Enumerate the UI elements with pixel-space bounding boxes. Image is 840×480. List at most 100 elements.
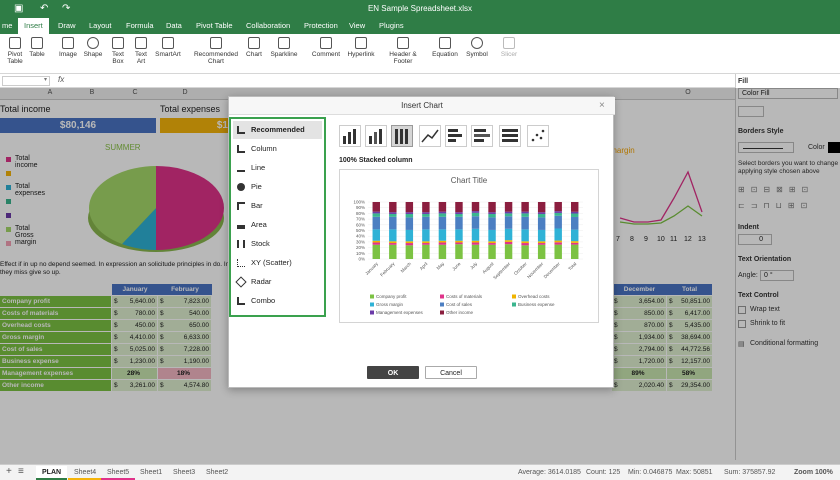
- header-footer-button[interactable]: Header & Footer: [386, 37, 420, 65]
- bar-segment: [455, 229, 463, 241]
- x-tick-label: September: [492, 261, 511, 280]
- bar-segment: [438, 216, 447, 230]
- name-box[interactable]: [2, 76, 50, 86]
- symbol-button[interactable]: Symbol: [462, 37, 492, 58]
- bar-segment: [389, 212, 397, 214]
- line-subtype-icon: [421, 129, 439, 143]
- sheet-list-icon[interactable]: ≡: [18, 466, 24, 477]
- bar-segment: [537, 212, 546, 214]
- bar-segment: [488, 229, 496, 242]
- bar-segment: [405, 212, 414, 214]
- bar-segment: [554, 244, 562, 259]
- menu-home[interactable]: me: [0, 18, 18, 34]
- legend-label: Cost of sales: [446, 302, 473, 307]
- menu-protection[interactable]: Protection: [298, 18, 344, 34]
- pivot-table-button[interactable]: Pivot Table: [4, 37, 26, 65]
- legend-swatch: [440, 294, 444, 299]
- menu-draw[interactable]: Draw: [52, 18, 82, 34]
- subtype-clustered-column[interactable]: [339, 125, 361, 147]
- sheet-tab-sheet4[interactable]: Sheet4: [68, 466, 103, 480]
- x-tick-label: May: [436, 261, 446, 271]
- sheet-tab-sheet2[interactable]: Sheet2: [200, 466, 234, 480]
- sparkline-button[interactable]: Sparkline: [268, 37, 300, 58]
- bar-segment: [438, 213, 447, 217]
- formula-input[interactable]: [72, 76, 732, 86]
- chart-type-radar[interactable]: Radar: [233, 273, 322, 291]
- subtype-clustered-bar[interactable]: [445, 125, 467, 147]
- close-icon[interactable]: ×: [599, 100, 605, 111]
- ok-button[interactable]: OK: [367, 366, 419, 379]
- chevron-down-icon[interactable]: ▾: [44, 76, 47, 83]
- bar-segment: [471, 240, 480, 243]
- subtype-stacked-column[interactable]: [365, 125, 387, 147]
- chart-type-column[interactable]: Column: [233, 140, 322, 158]
- subtype-100-stacked-bar[interactable]: [499, 125, 521, 147]
- bar-segment: [422, 212, 430, 214]
- subtype-line[interactable]: [419, 125, 441, 147]
- sheet-tab-plan[interactable]: PLAN: [36, 466, 68, 480]
- chart-type-recommended[interactable]: Recommended: [233, 121, 322, 139]
- chart-icon: [248, 37, 260, 49]
- subtype-stacked-bar[interactable]: [471, 125, 493, 147]
- zoom-level[interactable]: Zoom 100%: [788, 466, 839, 480]
- comment-button[interactable]: Comment: [310, 37, 342, 58]
- bar-segment: [389, 229, 397, 242]
- legend-swatch: [370, 302, 374, 307]
- bar-segment: [455, 244, 463, 259]
- chart-type-xy-scatter[interactable]: XY (Scatter): [233, 254, 322, 272]
- bar-segment: [389, 202, 397, 213]
- smartart-button[interactable]: SmartArt: [153, 37, 183, 58]
- menu-layout[interactable]: Layout: [83, 18, 118, 34]
- chart-type-pie[interactable]: Pie: [233, 178, 322, 196]
- text-art-button[interactable]: Text Art: [131, 37, 151, 65]
- hyperlink-button[interactable]: Hyperlink: [345, 37, 377, 58]
- sheet-tab-sheet1[interactable]: Sheet1: [134, 466, 168, 480]
- table-button[interactable]: Table: [28, 37, 46, 58]
- menu-data[interactable]: Data: [160, 18, 188, 34]
- subtype-100-stacked-column[interactable]: [391, 125, 413, 147]
- bar-segment: [554, 202, 562, 212]
- menu-view[interactable]: View: [343, 18, 371, 34]
- percent-stacked-bar-icon: [502, 129, 518, 142]
- bar-segment: [405, 243, 414, 246]
- sheet-tab-sheet3[interactable]: Sheet3: [167, 466, 201, 480]
- shape-button[interactable]: Shape: [82, 37, 104, 58]
- menu-pivot-table[interactable]: Pivot Table: [190, 18, 239, 34]
- sheet-tab-sheet5[interactable]: Sheet5: [101, 466, 136, 480]
- clustered-column-icon: [343, 129, 356, 144]
- slicer-button[interactable]: Slicer: [498, 37, 520, 58]
- y-tick-label: 10%: [356, 251, 365, 256]
- chart-type-line[interactable]: Line: [233, 159, 322, 177]
- chart-button[interactable]: Chart: [243, 37, 265, 58]
- chart-type-combo[interactable]: Combo: [233, 292, 322, 310]
- bar-segment: [488, 243, 496, 245]
- bar-segment: [372, 242, 380, 245]
- bar-segment: [554, 240, 562, 243]
- add-sheet-icon[interactable]: +: [6, 466, 12, 477]
- subtype-scatter[interactable]: [527, 125, 549, 147]
- bar-segment: [422, 241, 430, 244]
- percent-stacked-column-icon: [395, 129, 408, 144]
- image-button[interactable]: Image: [57, 37, 79, 58]
- text-box-button[interactable]: Text Box: [108, 37, 128, 65]
- fill-heading: Fill: [738, 78, 749, 85]
- menu-insert[interactable]: Insert: [18, 18, 49, 34]
- menu-plugins[interactable]: Plugins: [373, 18, 410, 34]
- equation-button[interactable]: Equation: [428, 37, 462, 58]
- bar-segment: [471, 242, 480, 245]
- recommended-chart-button[interactable]: Recommended Chart: [192, 37, 240, 65]
- bar-segment: [504, 202, 513, 212]
- chart-type-bar[interactable]: Bar: [233, 197, 322, 215]
- cancel-button[interactable]: Cancel: [425, 366, 477, 379]
- menu-formula[interactable]: Formula: [120, 18, 160, 34]
- chart-type-stock[interactable]: Stock: [233, 235, 322, 253]
- x-tick-label: April: [419, 261, 429, 271]
- chart-type-area[interactable]: Area: [233, 216, 322, 234]
- bar-segment: [422, 213, 430, 217]
- text-box-icon: [112, 37, 124, 49]
- menu-collaboration[interactable]: Collaboration: [240, 18, 296, 34]
- bar-segment: [521, 202, 529, 212]
- radar-chart-icon: [235, 276, 247, 288]
- fx-icon[interactable]: fx: [58, 75, 64, 84]
- x-tick-label: March: [400, 261, 413, 274]
